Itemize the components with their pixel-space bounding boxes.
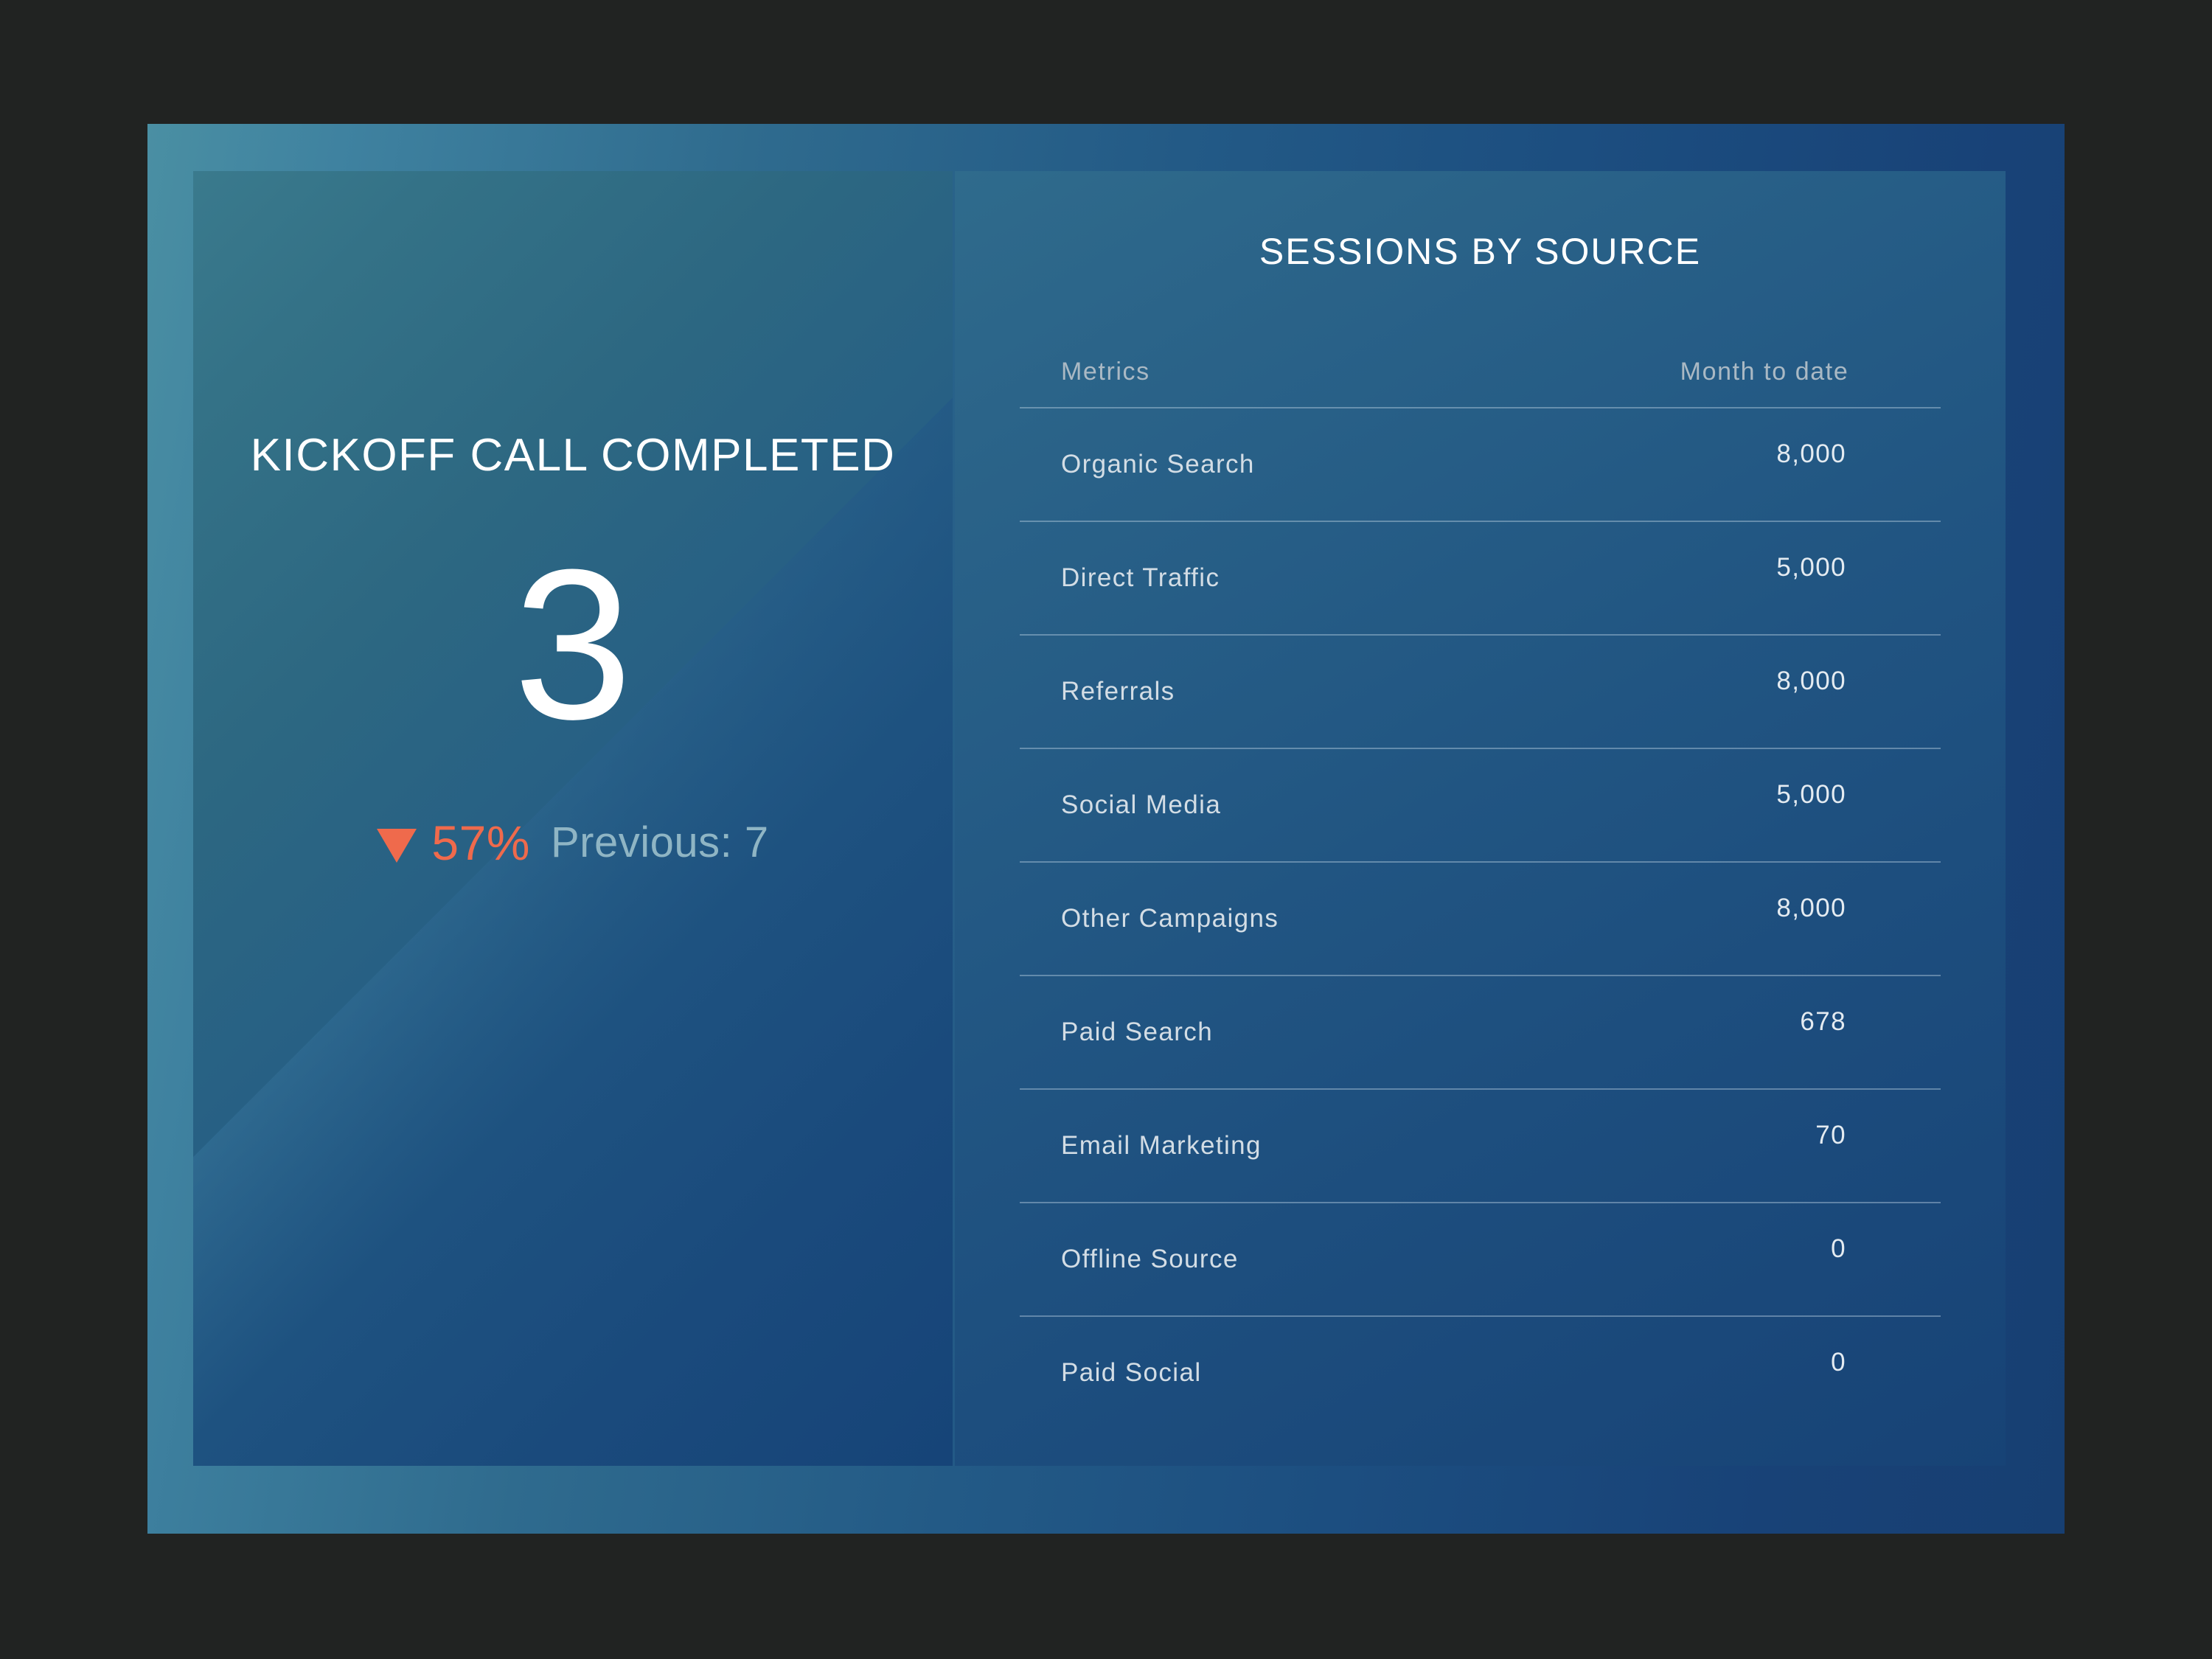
- kpi-title: KICKOFF CALL COMPLETED: [250, 430, 896, 481]
- table-header-row: Metrics Month to date: [1020, 336, 1941, 407]
- row-value: 0: [1831, 1348, 1846, 1377]
- dashboard-frame: KICKOFF CALL COMPLETED 3 57% Previous: 7…: [147, 124, 2065, 1534]
- row-value: 678: [1800, 1007, 1846, 1036]
- row-value: 5,000: [1776, 553, 1846, 582]
- row-label: Email Marketing: [1061, 1131, 1262, 1160]
- kpi-card-content: KICKOFF CALL COMPLETED 3 57% Previous: 7: [193, 171, 953, 1466]
- table-row[interactable]: Paid Social 0: [1020, 1317, 1941, 1429]
- row-label: Offline Source: [1061, 1245, 1239, 1273]
- triangle-down-icon: [377, 828, 417, 863]
- row-value: 8,000: [1776, 894, 1846, 922]
- row-label: Other Campaigns: [1061, 904, 1279, 933]
- column-header-metrics[interactable]: Metrics: [1020, 358, 1601, 386]
- table-row[interactable]: Organic Search 8,000: [1020, 408, 1941, 521]
- kpi-delta-row: 57% Previous: 7: [377, 815, 768, 871]
- row-value: 8,000: [1776, 667, 1846, 695]
- kpi-delta-percent: 57%: [431, 815, 530, 870]
- kpi-value: 3: [513, 525, 633, 764]
- row-label: Paid Social: [1061, 1358, 1202, 1387]
- row-label: Referrals: [1061, 677, 1175, 706]
- table-row[interactable]: Email Marketing 70: [1020, 1090, 1941, 1202]
- row-value: 70: [1815, 1121, 1846, 1150]
- row-value: 0: [1831, 1234, 1846, 1263]
- row-value: 8,000: [1776, 439, 1846, 468]
- row-label: Paid Search: [1061, 1018, 1214, 1046]
- table-row[interactable]: Other Campaigns 8,000: [1020, 863, 1941, 975]
- table-title: SESSIONS BY SOURCE: [1259, 231, 1702, 272]
- column-header-month-to-date[interactable]: Month to date: [1601, 358, 1941, 386]
- metrics-table: Metrics Month to date Organic Search 8,0…: [1020, 336, 1941, 1429]
- row-label: Organic Search: [1061, 450, 1255, 479]
- kpi-previous-value: Previous: 7: [550, 818, 769, 866]
- table-row[interactable]: Direct Traffic 5,000: [1020, 522, 1941, 634]
- kpi-card[interactable]: KICKOFF CALL COMPLETED 3 57% Previous: 7: [193, 171, 953, 1466]
- table-row[interactable]: Offline Source 0: [1020, 1203, 1941, 1315]
- sessions-by-source-card[interactable]: SESSIONS BY SOURCE Metrics Month to date…: [955, 171, 2006, 1466]
- table-row[interactable]: Social Media 5,000: [1020, 749, 1941, 861]
- row-value: 5,000: [1776, 780, 1846, 809]
- table-row[interactable]: Referrals 8,000: [1020, 636, 1941, 748]
- row-label: Direct Traffic: [1061, 563, 1220, 592]
- row-label: Social Media: [1061, 790, 1222, 819]
- table-row[interactable]: Paid Search 678: [1020, 976, 1941, 1088]
